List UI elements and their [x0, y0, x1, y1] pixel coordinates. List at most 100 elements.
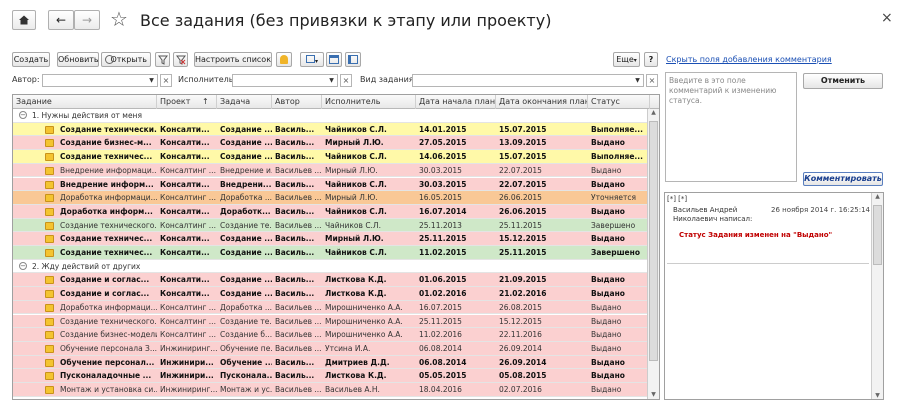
help-button[interactable]: ?	[644, 52, 658, 67]
cell-4: Мирошниченко А.А.	[325, 330, 403, 340]
table-row[interactable]: Внедрение информаци... Консалтинг ... Внед…	[13, 163, 648, 178]
clear-filter-button[interactable]	[173, 52, 188, 67]
table-row[interactable]: Создание технического... Консалтинг ... Со…	[13, 218, 648, 233]
cell-7: Выдано	[591, 138, 625, 148]
table-row[interactable]: Создание бизнес-модели... Консалтинг ... С…	[13, 328, 648, 342]
column-header-7[interactable]: Статус	[588, 95, 650, 109]
table-row[interactable]: Создание техничес... Консалти... Создание …	[13, 150, 648, 164]
column-header-4[interactable]: Исполнитель	[322, 95, 416, 109]
comment-input[interactable]: Введите в это поле комментарий к изменен…	[665, 72, 797, 182]
table-row[interactable]: Пусконаладочные ... Инжинири... Пусконала.…	[13, 369, 648, 383]
cell-0: Доработка информаци...	[60, 193, 157, 203]
cell-6: 21.02.2016	[499, 289, 547, 299]
forward-button[interactable]: →	[74, 10, 100, 30]
executor-dropdown-icon[interactable]: ▼	[326, 75, 337, 86]
comment-button[interactable]: Комментировать	[803, 172, 883, 186]
table-row[interactable]: Создание бизнес-м... Консалти... Создание …	[13, 136, 648, 151]
collapse-icon[interactable]: −	[19, 111, 27, 119]
cell-1: Консалти...	[160, 152, 210, 162]
column-header-2[interactable]: Задача	[217, 95, 272, 109]
back-button[interactable]: ←	[48, 10, 74, 30]
table-row[interactable]: Доработка информаци... Консалтинг ... Дора…	[13, 191, 648, 205]
cell-7: Выдано	[591, 343, 622, 353]
executor-field[interactable]: ▼	[232, 74, 338, 87]
cell-7: Завершено	[591, 220, 636, 230]
table-row[interactable]: Создание и соглас... Консалти... Создание …	[13, 287, 648, 301]
vertical-split-button[interactable]	[345, 52, 361, 67]
table-row[interactable]: Создание технически... Консалти... Создани…	[13, 122, 648, 137]
scrollbar-down-icon[interactable]: ▼	[648, 391, 659, 399]
column-header-0[interactable]: Задание	[13, 95, 157, 109]
setup-list-button[interactable]: Настроить список...	[194, 52, 272, 67]
cell-6: 26.08.2015	[499, 302, 542, 312]
open-button[interactable]: Открыть	[101, 52, 151, 67]
history-scroll-down-icon[interactable]: ▼	[872, 392, 883, 399]
cell-5: 30.03.2015	[419, 179, 467, 189]
table-row[interactable]: Доработка информаци... Консалтинг ... Дора…	[13, 300, 648, 315]
table-row[interactable]: Создание техничес... Консалти... Создание …	[13, 246, 648, 260]
horizontal-split-button[interactable]	[326, 52, 342, 67]
close-icon[interactable]: ×	[881, 10, 893, 26]
table-row[interactable]: Создание и соглас... Консалти... Создание …	[13, 273, 648, 288]
table-row[interactable]: Внедрение информ... Консалти... Внедрени..…	[13, 177, 648, 192]
cell-4: Мирный Л.Ю.	[325, 165, 378, 175]
group-row[interactable]: −1. Нужны действия от меня	[13, 109, 648, 123]
cell-0: Обучение персонала З...	[60, 343, 157, 353]
table-row[interactable]: Создание техничес... Консалти... Создание …	[13, 232, 648, 246]
filter-button[interactable]	[155, 52, 170, 67]
cell-4: Васильев А.Н.	[325, 385, 380, 394]
collapse-icon[interactable]: −	[19, 261, 27, 270]
group-row[interactable]: −2. Жду действий от других	[13, 259, 648, 274]
history-scroll-thumb[interactable]	[873, 205, 882, 265]
author-field[interactable]: ▼	[42, 74, 158, 87]
history-scrollbar[interactable]: ▲ ▼	[871, 193, 883, 399]
cell-1: Консалти...	[160, 248, 210, 257]
column-header-5[interactable]: Дата начала план	[416, 95, 496, 109]
cell-3: Васильев ...	[275, 316, 322, 326]
sort-ascending-icon: ↑	[202, 97, 209, 106]
executor-clear-icon[interactable]: ×	[340, 74, 352, 87]
cell-6: 15.07.2015	[499, 124, 547, 134]
table-row[interactable]: Создание технического... Консалтинг ... Со…	[13, 314, 648, 329]
favorite-star-icon[interactable]: ☆	[110, 7, 128, 31]
notify-button[interactable]	[276, 52, 292, 67]
cancel-button[interactable]: Отменить	[803, 73, 883, 89]
more-button[interactable]: Еще▾	[613, 52, 640, 67]
cell-0: Создание и соглас...	[60, 275, 150, 285]
author-dropdown-icon[interactable]: ▼	[146, 75, 157, 86]
task-icon	[45, 166, 54, 175]
tasks-table[interactable]: Задание Проект Задача Автор Исполнитель Дата …	[12, 94, 660, 400]
task-type-field[interactable]: ▼	[412, 74, 644, 87]
column-header-6[interactable]: Дата окончания план	[496, 95, 588, 109]
cell-5: 25.11.2013	[419, 220, 462, 230]
home-button[interactable]	[12, 10, 36, 30]
author-clear-icon[interactable]: ×	[160, 74, 172, 87]
hide-comment-fields-link[interactable]: Скрыть поля добавления комментария	[666, 55, 832, 64]
cell-6: 13.09.2015	[499, 138, 547, 148]
create-button[interactable]: Создать	[12, 52, 50, 67]
cell-0: Создание техничес...	[60, 152, 153, 162]
cell-1: Инжинири...	[160, 371, 214, 381]
view-mode-button[interactable]: ▾	[300, 52, 324, 67]
table-row[interactable]: Монтаж и установка си... Инжиниринг... Мон…	[13, 383, 648, 397]
task-type-dropdown-icon[interactable]: ▼	[632, 75, 643, 86]
scrollbar-thumb[interactable]	[649, 121, 658, 361]
cell-1: Консалти...	[160, 179, 210, 189]
vertical-scrollbar[interactable]: ▲ ▼	[647, 109, 659, 399]
scrollbar-up-icon[interactable]: ▲	[648, 109, 659, 119]
cell-0: Создание и соглас...	[60, 289, 150, 299]
page-title: Все задания (без привязки к этапу или пр…	[140, 11, 552, 30]
history-scroll-up-icon[interactable]: ▲	[872, 193, 883, 200]
task-icon	[45, 194, 54, 203]
column-header-3[interactable]: Автор	[272, 95, 322, 109]
refresh-button[interactable]: Обновить	[57, 52, 99, 67]
cell-0: Создание техничес...	[60, 248, 153, 257]
group-label: 2. Жду действий от других	[32, 261, 141, 271]
cell-1: Инжиниринг...	[160, 385, 217, 394]
task-type-clear-icon[interactable]: ×	[646, 74, 658, 87]
table-row[interactable]: Доработка информ... Консалти... Доработк..…	[13, 204, 648, 219]
table-row[interactable]: Обучение персонал... Инжинири... Обучение …	[13, 355, 648, 370]
table-row[interactable]: Обучение персонала З... Инжиниринг... Обуч…	[13, 341, 648, 356]
cell-4: Чайников С.Л.	[325, 206, 387, 216]
comment-history: [*] [*] Васильев Андрей Николаевич напис…	[664, 192, 884, 400]
